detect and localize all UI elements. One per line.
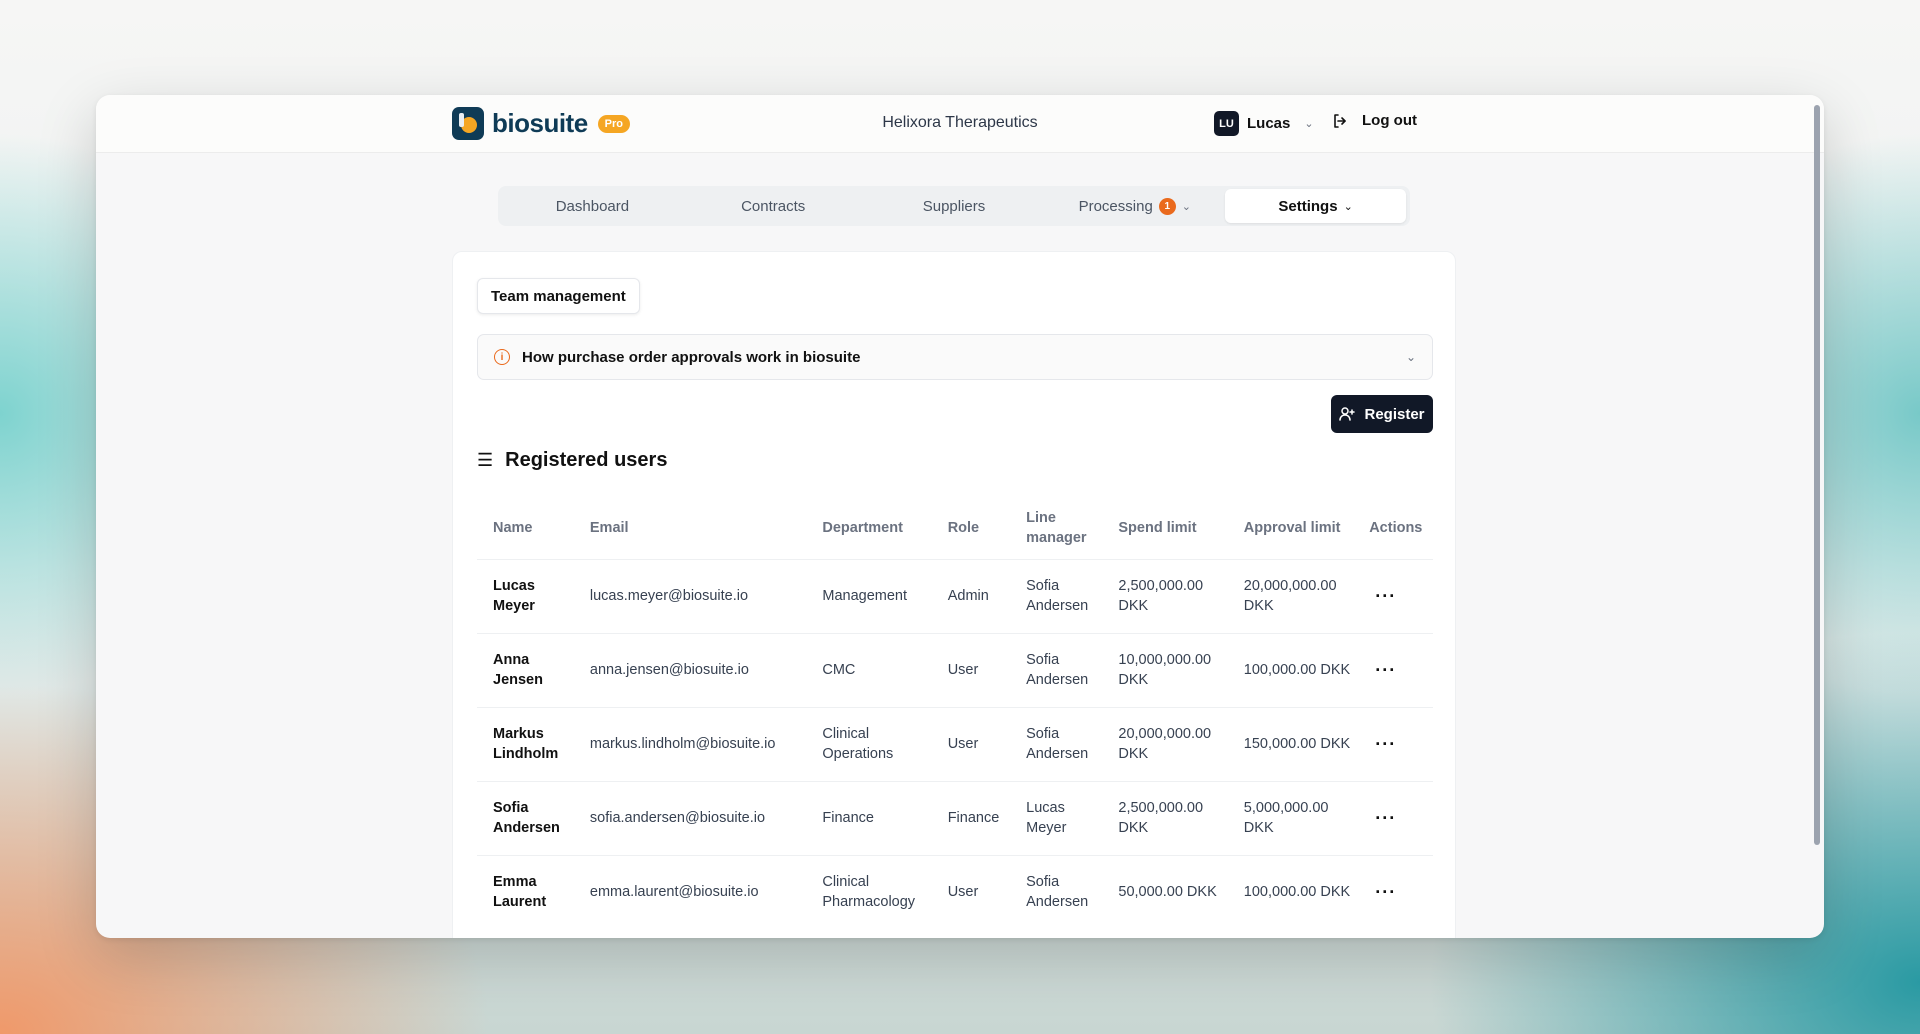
cell-name: Sofia Andersen (477, 780, 574, 855)
cell-approval-limit: 20,000,000.00 DKK (1227, 558, 1354, 633)
row-actions-menu-icon[interactable]: ··· (1353, 558, 1433, 633)
add-user-icon (1339, 407, 1356, 421)
tab-contracts[interactable]: Contracts (683, 189, 864, 223)
list-icon: ☰ (477, 450, 494, 470)
tab-label: Processing (1078, 197, 1153, 215)
cell-spend-limit: 20,000,000.00 DKK (1102, 706, 1228, 781)
register-button[interactable]: Register (1331, 395, 1433, 433)
tab-processing[interactable]: Processing 1 ⌄ (1044, 189, 1225, 223)
chevron-down-icon: ⌄ (1405, 350, 1416, 364)
cell-name: Anna Jensen (477, 632, 574, 707)
user-menu[interactable]: LU Lucas ⌄ (1214, 111, 1314, 136)
table-row: Anna Jensen anna.jensen@biosuite.io CMC … (477, 632, 1433, 707)
cell-name: Markus Lindholm (477, 706, 574, 781)
cell-department: Clinical Operations (806, 706, 932, 781)
table-row: Sofia Andersen sofia.andersen@biosuite.i… (477, 780, 1433, 855)
header-line-manager[interactable]: Line manager (1010, 497, 1102, 559)
header-role[interactable]: Role (932, 497, 1010, 559)
cell-approval-limit: 5,000,000.00 DKK (1227, 780, 1354, 855)
cell-email: emma.laurent@biosuite.io (573, 854, 807, 929)
chevron-down-icon: ⌄ (1304, 118, 1314, 130)
cell-spend-limit: 2,500,000.00 DKK (1102, 558, 1228, 633)
cell-approval-limit: 150,000.00 DKK (1227, 706, 1354, 781)
table-row: Emma Laurent emma.laurent@biosuite.io Cl… (477, 854, 1433, 929)
tab-dashboard[interactable]: Dashboard (502, 189, 683, 223)
info-banner-text: How purchase order approvals work in bio… (522, 348, 861, 366)
cell-role: Finance (931, 780, 1011, 855)
app-window: biosuite Pro Helixora Therapeutics LU Lu… (96, 95, 1824, 938)
cell-role: Admin (931, 558, 1011, 633)
cell-line-manager: Sofia Andersen (1010, 558, 1103, 633)
cell-line-manager: Sofia Andersen (1010, 632, 1103, 707)
info-accordion[interactable]: i How purchase order approvals work in b… (477, 334, 1433, 380)
tab-team-management[interactable]: Team management (477, 278, 640, 314)
settings-card: Team management i How purchase order app… (452, 251, 1456, 938)
cell-department: Finance (806, 780, 932, 855)
register-label: Register (1364, 405, 1425, 423)
logout-label: Log out (1362, 112, 1417, 129)
cell-spend-limit: 10,000,000.00 DKK (1102, 632, 1228, 707)
cell-role: User (931, 632, 1011, 707)
header-email[interactable]: Email (574, 497, 806, 559)
header-actions: Actions (1369, 519, 1423, 536)
header-approval-limit[interactable]: Approval limit (1228, 497, 1353, 559)
cell-name: Emma Laurent (477, 854, 574, 929)
tab-label: Dashboard (555, 197, 630, 215)
header-spend-limit[interactable]: Spend limit (1102, 497, 1227, 559)
user-name: Lucas (1247, 115, 1291, 132)
cell-email: anna.jensen@biosuite.io (573, 632, 807, 707)
tab-label: Suppliers (922, 197, 986, 215)
avatar: LU (1214, 111, 1239, 136)
row-actions-menu-icon[interactable]: ··· (1353, 854, 1433, 929)
row-actions-menu-icon[interactable]: ··· (1353, 632, 1433, 707)
table-row: Lucas Meyer lucas.meyer@biosuite.io Mana… (477, 558, 1433, 633)
table-header-row: Name Email Department Role Line manager … (477, 497, 1433, 559)
cell-name: Lucas Meyer (477, 558, 574, 633)
top-bar: biosuite Pro Helixora Therapeutics LU Lu… (96, 95, 1824, 153)
cell-spend-limit: 2,500,000.00 DKK (1102, 780, 1228, 855)
notification-badge: 1 (1158, 197, 1176, 215)
cell-email: sofia.andersen@biosuite.io (573, 780, 807, 855)
tab-settings[interactable]: Settings ⌄ (1225, 189, 1406, 223)
cell-department: CMC (806, 632, 932, 707)
logout-icon (1334, 113, 1346, 128)
cell-department: Clinical Pharmacology (806, 854, 932, 929)
row-actions-menu-icon[interactable]: ··· (1353, 780, 1433, 855)
cell-email: markus.lindholm@biosuite.io (573, 706, 807, 781)
cell-role: User (931, 706, 1011, 781)
cell-line-manager: Sofia Andersen (1010, 854, 1103, 929)
row-actions-menu-icon[interactable]: ··· (1353, 706, 1433, 781)
table-row: Markus Lindholm markus.lindholm@biosuite… (477, 706, 1433, 781)
tab-label: Contracts (741, 197, 806, 215)
users-table: Name Email Department Role Line manager … (477, 497, 1433, 929)
header-department[interactable]: Department (806, 497, 931, 559)
tab-label: Settings (1278, 197, 1338, 215)
scrollbar[interactable] (1814, 105, 1820, 845)
chevron-down-icon: ⌄ (1181, 200, 1191, 213)
cell-line-manager: Lucas Meyer (1010, 780, 1103, 855)
cell-role: User (931, 854, 1011, 929)
cell-department: Management (806, 558, 932, 633)
section-title-text: Registered users (505, 449, 668, 471)
cell-email: lucas.meyer@biosuite.io (573, 558, 807, 633)
logout-button[interactable]: Log out (1332, 112, 1417, 129)
cell-spend-limit: 50,000.00 DKK (1102, 854, 1228, 929)
tab-suppliers[interactable]: Suppliers (864, 189, 1045, 223)
main-nav: Dashboard Contracts Suppliers Processing… (498, 186, 1410, 226)
section-title: ☰ Registered users (477, 449, 667, 472)
chevron-down-icon: ⌄ (1343, 200, 1353, 213)
cell-approval-limit: 100,000.00 DKK (1227, 632, 1354, 707)
cell-line-manager: Sofia Andersen (1010, 706, 1103, 781)
company-name: Helixora Therapeutics (882, 114, 1038, 131)
info-icon: i (494, 349, 510, 365)
cell-approval-limit: 100,000.00 DKK (1227, 854, 1354, 929)
header-name[interactable]: Name (477, 497, 574, 559)
